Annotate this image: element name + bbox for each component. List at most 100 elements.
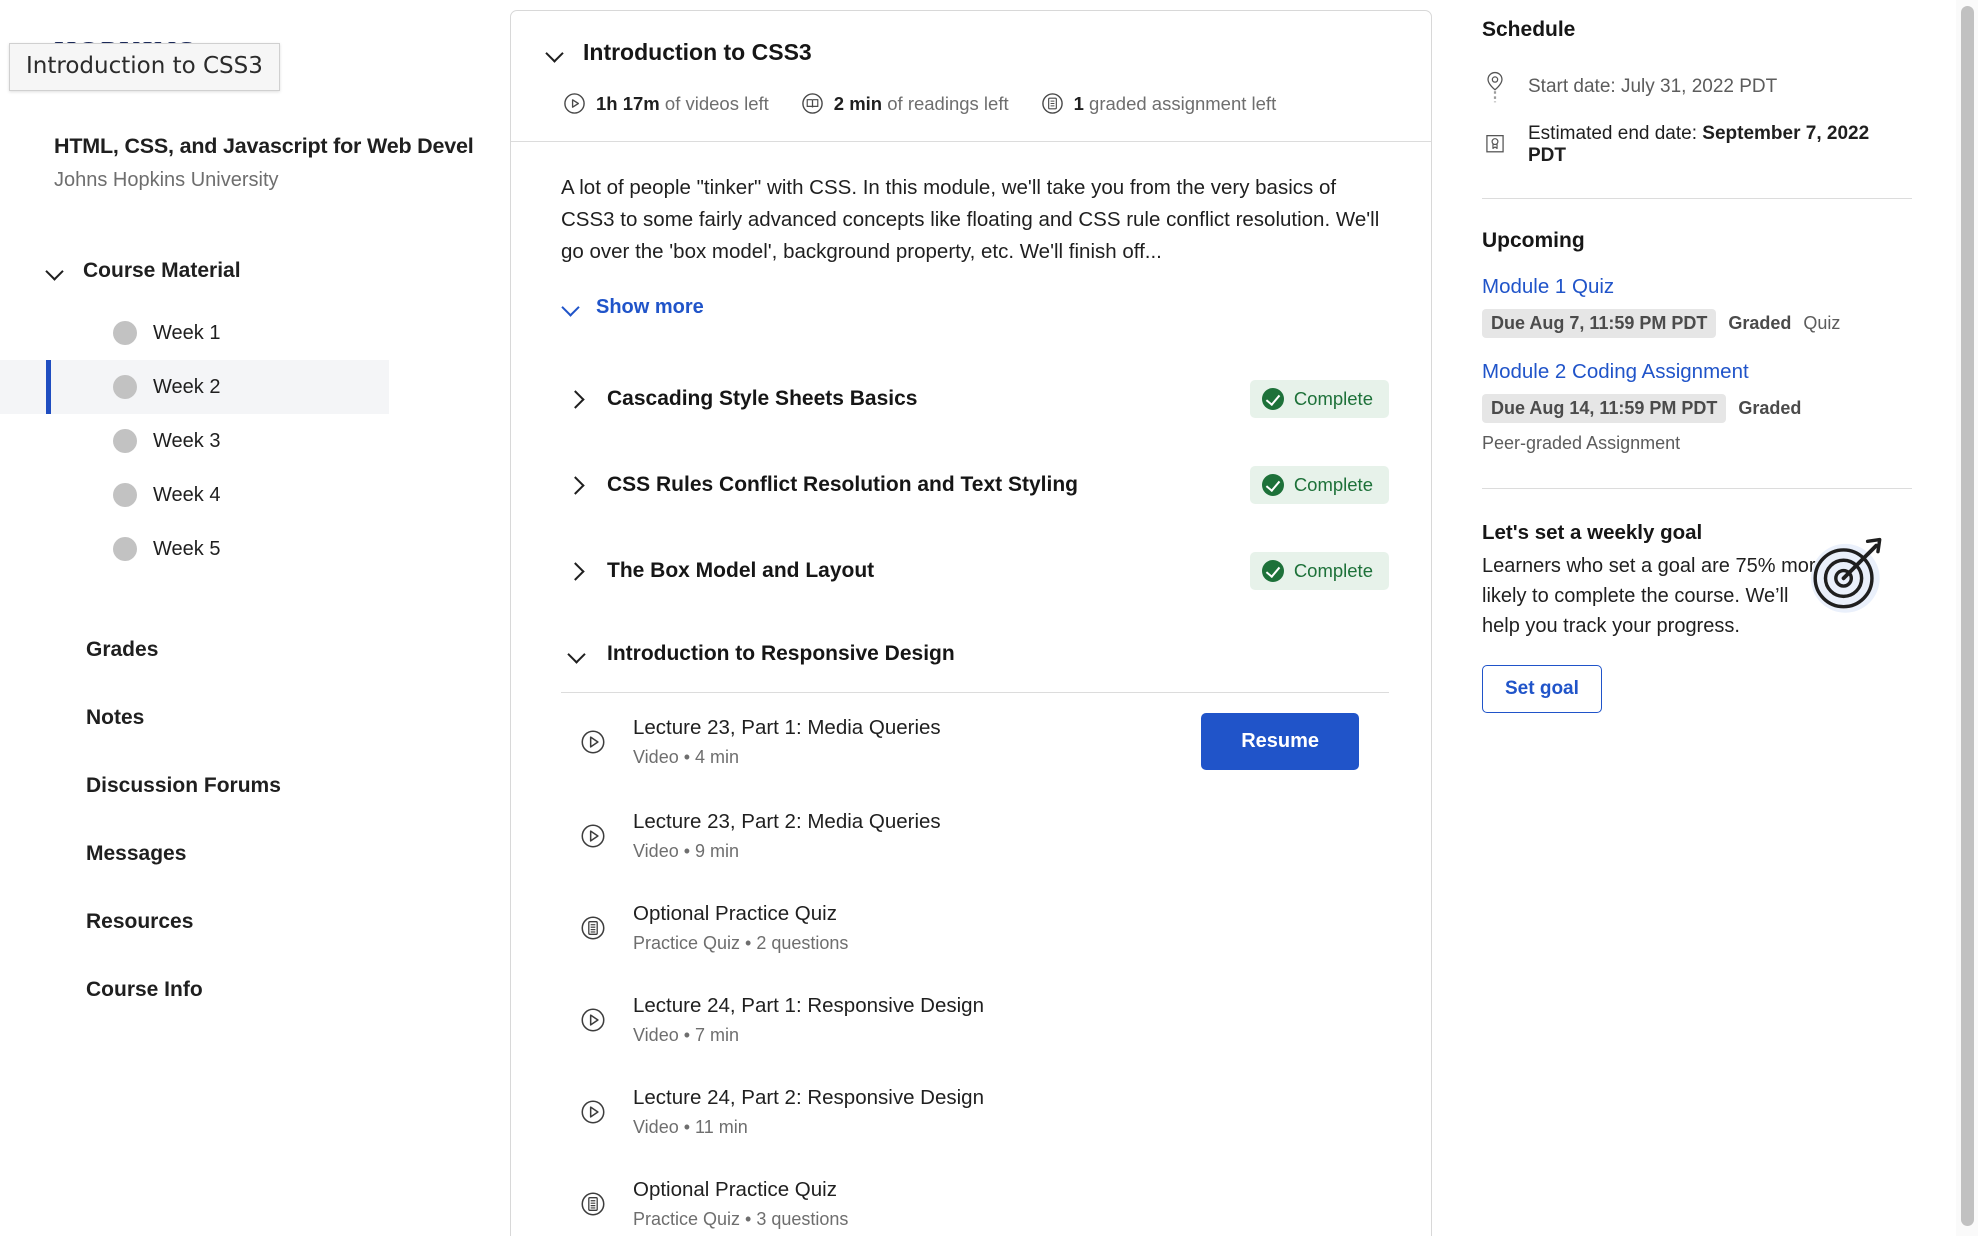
location-pin-icon (1487, 71, 1503, 103)
set-goal-button[interactable]: Set goal (1482, 665, 1602, 713)
lesson-item-list: Lecture 23, Part 1: Media Queries Video … (561, 693, 1389, 1236)
week-status-dot-icon (113, 483, 137, 507)
play-circle-icon (581, 1100, 605, 1124)
upcoming-item-meta: Due Aug 7, 11:59 PM PDT Graded Quiz (1482, 309, 1912, 338)
lesson-row[interactable]: CSS Rules Conflict Resolution and Text S… (561, 442, 1389, 528)
sidebar-item-week-3[interactable]: Week 3 (0, 414, 389, 468)
module-title: Introduction to CSS3 (583, 39, 812, 65)
show-more-button[interactable]: Show more (561, 296, 704, 319)
left-sidebar: HOPKINS UNIVERSITY HTML, CSS, and Javasc… (0, 0, 510, 1236)
meta-readings-left: 2 min of readings left (801, 92, 1009, 115)
list-item-title: Optional Practice Quiz (633, 902, 837, 926)
right-rail-inner: Schedule Start date: July 31, 2022 PDT E… (1482, 18, 1912, 713)
play-circle-icon (564, 93, 585, 114)
expanded-lesson-header[interactable]: Introduction to Responsive Design (561, 642, 1389, 666)
sidebar-item-label: Week 2 (153, 375, 221, 398)
module-main: Introduction to CSS3 1h 17m of videos le… (510, 0, 1440, 1236)
target-dartboard-icon (1810, 537, 1882, 613)
chevron-down-icon (567, 644, 587, 664)
week-status-dot-icon (113, 375, 137, 399)
list-item[interactable]: Lecture 23, Part 1: Media Queries Video … (561, 693, 1389, 790)
list-item-text: Optional Practice Quiz Practice Quiz • 3… (633, 1178, 1389, 1230)
upcoming-item-meta: Due Aug 14, 11:59 PM PDT Graded (1482, 394, 1912, 423)
list-item-title: Optional Practice Quiz (633, 1178, 837, 1202)
list-item-title: Lecture 23, Part 2: Media Queries (633, 810, 941, 834)
due-badge: Due Aug 7, 11:59 PM PDT (1482, 309, 1717, 338)
lesson-list: Cascading Style Sheets Basics Complete C… (561, 356, 1389, 614)
schedule-block: Start date: July 31, 2022 PDT Estimated … (1482, 68, 1912, 166)
module-card-header: Introduction to CSS3 1h 17m of videos le… (511, 11, 1431, 141)
list-item-text: Lecture 23, Part 2: Media Queries Video … (633, 810, 1389, 862)
reading-icon (801, 93, 823, 114)
tooltip: Introduction to CSS3 (9, 43, 280, 91)
sidebar-item-grades[interactable]: Grades (0, 616, 510, 684)
list-item-title: Lecture 24, Part 1: Responsive Design (633, 994, 984, 1018)
upcoming-item-type: Quiz (1803, 313, 1841, 333)
sidebar-links: Grades Notes Discussion Forums Messages … (0, 616, 510, 1024)
sidebar-item-messages[interactable]: Messages (0, 820, 510, 888)
upcoming-heading: Upcoming (1482, 229, 1585, 252)
schedule-start-row: Start date: July 31, 2022 PDT (1482, 68, 1912, 106)
list-item-subtitle: Practice Quiz • 3 questions (633, 1209, 849, 1230)
meta-assignments-left: 1 graded assignment left (1041, 92, 1276, 115)
resume-button[interactable]: Resume (1201, 713, 1359, 771)
sidebar-item-resources[interactable]: Resources (0, 888, 510, 956)
sidebar-item-discussion-forums[interactable]: Discussion Forums (0, 752, 510, 820)
play-circle-icon (581, 1008, 605, 1032)
sidebar-nav: Course Material Week 1 Week 2 Week 3 Wee… (0, 250, 510, 1024)
play-circle-icon (581, 730, 605, 754)
list-item-title: Lecture 24, Part 2: Responsive Design (633, 1086, 984, 1110)
meta-assignments-value: 1 (1073, 92, 1084, 114)
meta-videos-value: 1h 17m (596, 92, 660, 114)
course-organization: Johns Hopkins University (54, 169, 279, 191)
check-circle-icon (1261, 388, 1284, 411)
schedule-end-row: Estimated end date: September 7, 2022 PD… (1482, 123, 1912, 166)
sidebar-section-course-material[interactable]: Course Material (0, 250, 510, 292)
course-page: HOPKINS UNIVERSITY HTML, CSS, and Javasc… (0, 0, 1978, 1236)
module-card-body: A lot of people "tinker" with CSS. In th… (511, 142, 1431, 1236)
list-item[interactable]: Lecture 24, Part 1: Responsive Design Vi… (561, 974, 1389, 1066)
list-item[interactable]: Optional Practice Quiz Practice Quiz • 3… (561, 1158, 1389, 1236)
list-item-text: Optional Practice Quiz Practice Quiz • 2… (633, 902, 1389, 954)
lesson-row[interactable]: The Box Model and Layout Complete (561, 528, 1389, 614)
week-list: Week 1 Week 2 Week 3 Week 4 Week 5 (0, 306, 510, 576)
list-item[interactable]: Optional Practice Quiz Practice Quiz • 2… (561, 882, 1389, 974)
chevron-down-icon (561, 297, 581, 317)
sidebar-item-notes[interactable]: Notes (0, 684, 510, 752)
schedule-start-date: Start date: July 31, 2022 PDT (1528, 76, 1778, 97)
week-status-dot-icon (113, 429, 137, 453)
list-item[interactable]: Lecture 24, Part 2: Responsive Design Vi… (561, 1066, 1389, 1158)
sidebar-item-label: Week 4 (153, 483, 221, 506)
expanded-lesson-section: Introduction to Responsive Design Lectur… (561, 642, 1389, 1236)
sidebar-item-week-2[interactable]: Week 2 (0, 360, 389, 414)
chevron-right-icon (567, 561, 587, 581)
play-circle-icon (581, 824, 605, 848)
assignment-icon (1041, 93, 1063, 114)
list-item-subtitle: Video • 9 min (633, 841, 740, 862)
upcoming-block: Upcoming Module 1 Quiz Due Aug 7, 11:59 … (1482, 229, 1912, 454)
upcoming-item-link[interactable]: Module 1 Quiz (1482, 275, 1912, 299)
upcoming-item-link[interactable]: Module 2 Coding Assignment (1482, 360, 1912, 384)
sidebar-item-label: Week 3 (153, 429, 221, 452)
scrollbar-thumb[interactable] (1961, 6, 1974, 1226)
status-badge-label: Complete (1293, 388, 1373, 410)
module-header-row[interactable]: Introduction to CSS3 (545, 39, 1391, 66)
chevron-right-icon (567, 389, 587, 409)
page-scrollbar[interactable] (1956, 0, 1978, 1236)
weekly-goal-body: Learners who set a goal are 75% more lik… (1482, 555, 1827, 637)
sidebar-item-label: Week 5 (153, 537, 221, 560)
lesson-row[interactable]: Cascading Style Sheets Basics Complete (561, 356, 1389, 442)
schedule-end-label: Estimated end date: (1528, 123, 1703, 144)
graded-label: Graded (1728, 313, 1792, 333)
quiz-icon (581, 916, 605, 940)
quiz-icon (581, 1192, 605, 1216)
list-item[interactable]: Lecture 23, Part 2: Media Queries Video … (561, 790, 1389, 882)
sidebar-item-week-5[interactable]: Week 5 (0, 522, 389, 576)
sidebar-item-week-1[interactable]: Week 1 (0, 306, 389, 360)
meta-videos-label: of videos left (664, 92, 769, 114)
status-badge: Complete (1249, 380, 1389, 419)
module-card: Introduction to CSS3 1h 17m of videos le… (510, 10, 1432, 1236)
sidebar-item-course-info[interactable]: Course Info (0, 956, 510, 1024)
status-badge-label: Complete (1293, 474, 1373, 496)
sidebar-item-week-4[interactable]: Week 4 (0, 468, 389, 522)
